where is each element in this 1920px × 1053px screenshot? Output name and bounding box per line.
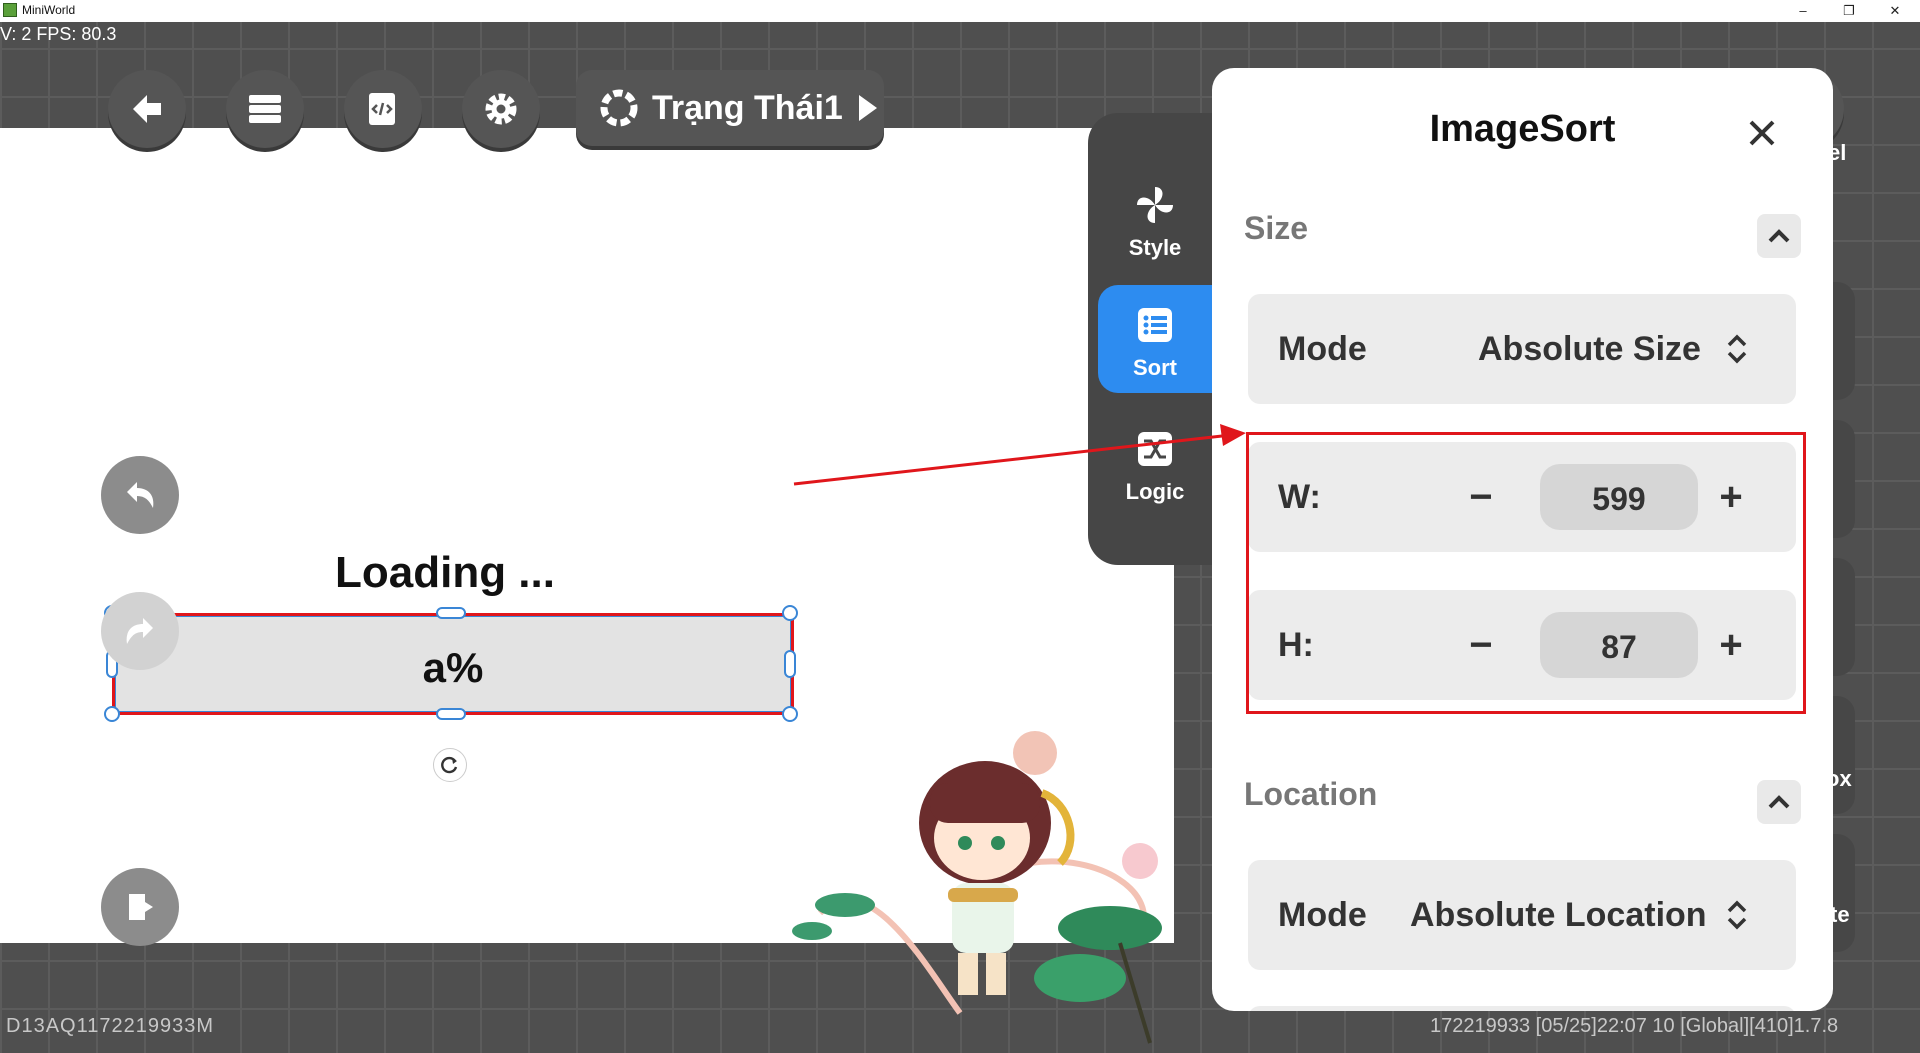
- size-mode-value[interactable]: Absolute Size: [1478, 330, 1701, 369]
- property-tab-strip: Style Sort Logic: [1088, 113, 1212, 565]
- play-icon: [858, 95, 877, 121]
- rotate-icon: [441, 756, 458, 774]
- build-info: 172219933 [05/25]22:07 10 [Global][410]1…: [1430, 1015, 1839, 1037]
- shuffle-icon: [1138, 432, 1172, 466]
- layers-button[interactable]: [226, 70, 304, 148]
- tab-logic-label: Logic: [1125, 479, 1185, 504]
- window-title: MiniWorld: [22, 3, 76, 17]
- resize-handle-top[interactable]: [436, 607, 466, 619]
- chevron-up-icon: [1768, 229, 1790, 243]
- updown-chevron-icon: [1727, 334, 1747, 364]
- location-mode-value[interactable]: Absolute Location: [1410, 896, 1707, 935]
- door-exit-icon: [129, 894, 153, 920]
- character-illustration: [792, 731, 1162, 1044]
- pinwheel-icon: [1137, 187, 1173, 223]
- restore-button[interactable]: ❐: [1826, 0, 1872, 22]
- editor-canvas[interactable]: Loading ... a%: [0, 128, 1174, 1044]
- chevron-up-icon: [1768, 795, 1790, 809]
- resize-handle-right[interactable]: [784, 650, 796, 678]
- fps-readout: V: 2 FPS: 80.3: [0, 24, 117, 44]
- next-row-partial: [1248, 1006, 1796, 1011]
- progress-image-element[interactable]: a%: [112, 613, 794, 715]
- settings-button[interactable]: [462, 70, 540, 148]
- progress-percent-text: a%: [422, 644, 484, 691]
- redo-icon: [126, 618, 153, 644]
- location-mode-row[interactable]: Mode Absolute Location: [1248, 860, 1796, 970]
- resize-handle-top-right[interactable]: [782, 605, 798, 621]
- gear-icon: [485, 93, 517, 125]
- close-window-button[interactable]: ✕: [1872, 0, 1918, 22]
- state-label: Trạng Thái1: [652, 88, 843, 127]
- window-titlebar: MiniWorld – ❐ ✕: [0, 0, 1920, 22]
- script-button[interactable]: [344, 70, 422, 148]
- tab-logic[interactable]: Logic: [1098, 409, 1212, 517]
- close-icon[interactable]: [1747, 118, 1777, 148]
- state-ring-icon: [600, 89, 638, 127]
- location-collapse-button[interactable]: [1757, 780, 1801, 824]
- rotate-handle[interactable]: [433, 748, 467, 782]
- exit-button[interactable]: [101, 868, 179, 946]
- tab-style[interactable]: Style: [1098, 165, 1212, 273]
- tab-style-label: Style: [1128, 235, 1182, 260]
- code-scroll-icon: [369, 93, 395, 125]
- undo-icon: [127, 482, 154, 508]
- device-id: D13AQ1172219933M: [6, 1015, 214, 1037]
- arrow-left-icon: [133, 95, 161, 123]
- resize-handle-bottom[interactable]: [436, 708, 466, 720]
- list-icon: [1138, 308, 1172, 342]
- loading-label[interactable]: Loading ...: [335, 548, 555, 598]
- state-selector-button[interactable]: Trạng Thái1: [576, 70, 884, 146]
- minimize-button[interactable]: –: [1780, 0, 1826, 22]
- size-mode-row[interactable]: Mode Absolute Size: [1248, 294, 1796, 404]
- size-section-title: Size: [1244, 210, 1309, 246]
- tab-sort[interactable]: Sort: [1098, 285, 1212, 393]
- undo-button[interactable]: [101, 456, 179, 534]
- app-icon: [3, 3, 17, 17]
- size-mode-label: Mode: [1278, 330, 1367, 368]
- panel-title: ImageSort: [1429, 108, 1616, 150]
- size-collapse-button[interactable]: [1757, 214, 1801, 258]
- layers-icon: [249, 95, 281, 123]
- back-button[interactable]: [108, 70, 186, 148]
- redo-button[interactable]: [101, 592, 179, 670]
- updown-chevron-icon: [1727, 900, 1747, 930]
- resize-handle-bottom-left[interactable]: [104, 706, 120, 722]
- tab-sort-label: Sort: [1133, 355, 1177, 380]
- location-mode-label: Mode: [1278, 896, 1367, 934]
- size-fields-highlight: [1246, 432, 1806, 714]
- location-section-title: Location: [1244, 776, 1378, 812]
